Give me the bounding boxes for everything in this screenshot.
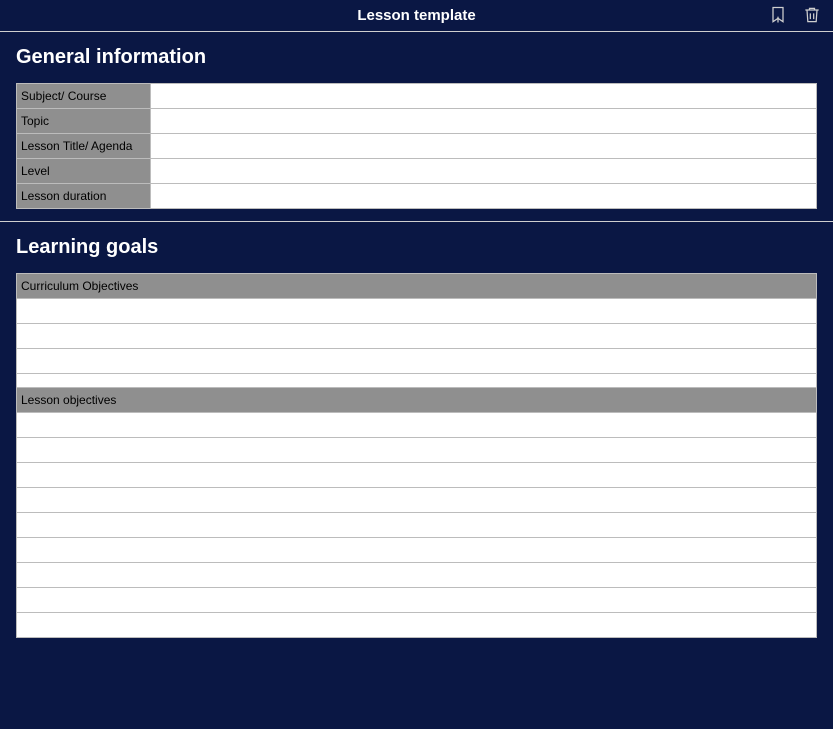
table-row: [17, 563, 817, 588]
table-row: [17, 413, 817, 438]
table-row: [17, 463, 817, 488]
goal-cell[interactable]: [17, 324, 817, 349]
table-row: [17, 299, 817, 324]
general-info-table: Subject/ Course Topic Lesson Title/ Agen…: [16, 83, 817, 209]
table-row: [17, 488, 817, 513]
curriculum-objectives-header: Curriculum Objectives: [17, 274, 817, 299]
section-general-information: General information Subject/ Course Topi…: [0, 32, 833, 221]
goal-cell[interactable]: [17, 463, 817, 488]
goal-cell[interactable]: [17, 513, 817, 538]
learning-goals-table: Curriculum Objectives Lesson objectives: [16, 273, 817, 638]
table-row-spacer: [17, 374, 817, 388]
goal-cell[interactable]: [17, 413, 817, 438]
table-row: [17, 538, 817, 563]
goal-cell[interactable]: [17, 588, 817, 613]
table-row: Lesson duration: [17, 184, 817, 209]
goal-cell[interactable]: [17, 299, 817, 324]
row-value[interactable]: [151, 109, 817, 134]
table-row: [17, 513, 817, 538]
row-label: Lesson duration: [17, 184, 151, 209]
table-row: Subject/ Course: [17, 84, 817, 109]
goal-cell[interactable]: [17, 613, 817, 638]
table-row: Lesson objectives: [17, 388, 817, 413]
row-label: Topic: [17, 109, 151, 134]
goal-cell[interactable]: [17, 438, 817, 463]
goal-cell[interactable]: [17, 538, 817, 563]
table-row: [17, 438, 817, 463]
table-row: [17, 324, 817, 349]
trash-icon[interactable]: [801, 4, 823, 26]
lesson-objectives-header: Lesson objectives: [17, 388, 817, 413]
table-row: [17, 613, 817, 638]
section-title-goals: Learning goals: [16, 236, 817, 259]
row-value[interactable]: [151, 84, 817, 109]
header-bar: Lesson template: [0, 0, 833, 32]
table-row: Level: [17, 159, 817, 184]
row-label: Subject/ Course: [17, 84, 151, 109]
header-actions: [767, 4, 823, 26]
row-value[interactable]: [151, 134, 817, 159]
table-row: Curriculum Objectives: [17, 274, 817, 299]
section-title-general: General information: [16, 46, 817, 69]
row-label: Lesson Title/ Agenda: [17, 134, 151, 159]
table-row: Lesson Title/ Agenda: [17, 134, 817, 159]
table-row: [17, 349, 817, 374]
table-row: [17, 588, 817, 613]
page-title: Lesson template: [10, 7, 823, 24]
row-label: Level: [17, 159, 151, 184]
goal-cell[interactable]: [17, 349, 817, 374]
goal-cell[interactable]: [17, 563, 817, 588]
row-value[interactable]: [151, 159, 817, 184]
spacer-cell: [17, 374, 817, 388]
goal-cell[interactable]: [17, 488, 817, 513]
bookmark-icon[interactable]: [767, 4, 789, 26]
row-value[interactable]: [151, 184, 817, 209]
table-row: Topic: [17, 109, 817, 134]
section-learning-goals: Learning goals Curriculum Objectives Les…: [0, 222, 833, 650]
